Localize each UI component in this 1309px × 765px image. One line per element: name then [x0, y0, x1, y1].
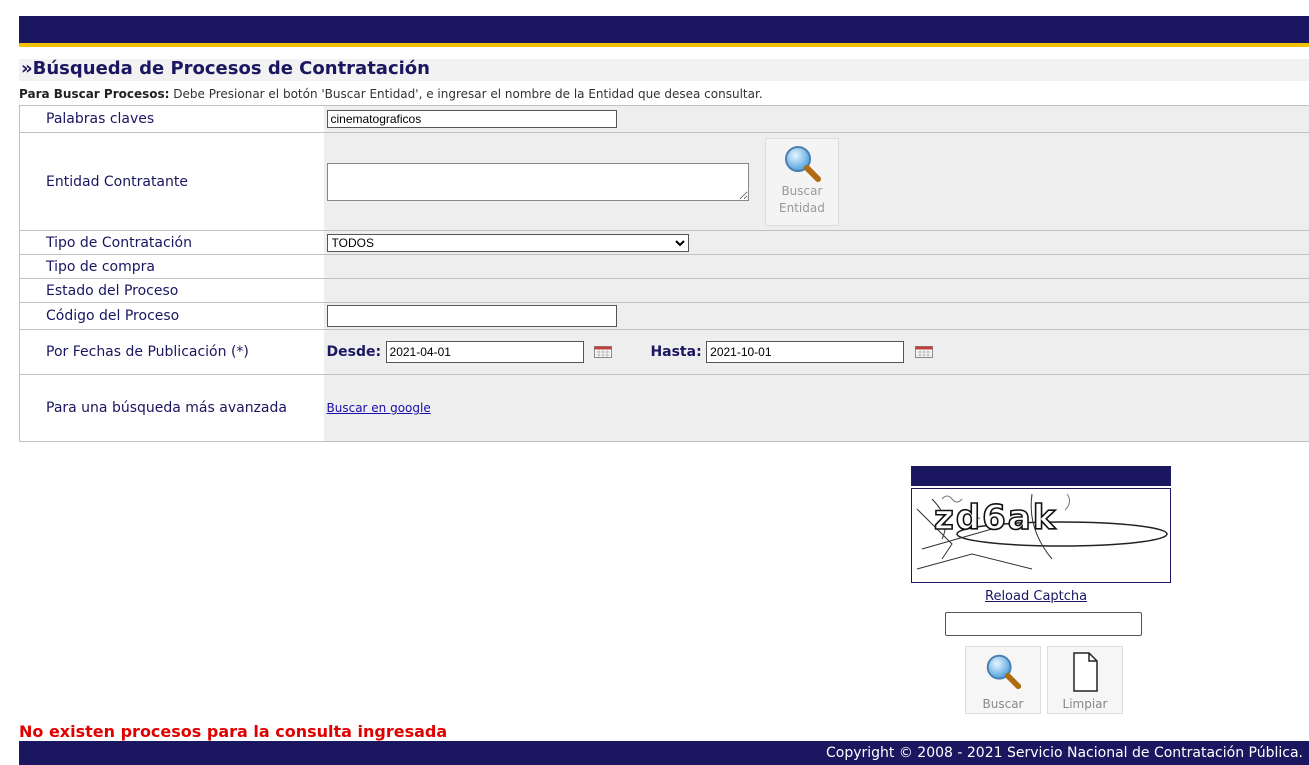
row-entity: Entidad Contratante Buscar Entidad — [19, 132, 1309, 231]
search-entity-button[interactable]: Buscar Entidad — [764, 137, 839, 226]
contract-type-label: Tipo de Contratación — [19, 230, 324, 255]
process-state-label: Estado del Proceso — [19, 278, 324, 303]
entity-textarea[interactable] — [326, 162, 749, 201]
clear-button[interactable]: Limpiar — [1047, 646, 1123, 714]
captcha-input[interactable] — [945, 612, 1142, 636]
dates-label: Por Fechas de Publicación (*) — [19, 329, 324, 375]
from-label: Desde: — [326, 344, 382, 360]
captcha-graphic: zd6ak — [916, 493, 1168, 570]
search-button[interactable]: Buscar — [965, 646, 1041, 714]
top-banner — [19, 16, 1309, 47]
blank-document-icon — [1073, 652, 1098, 692]
captcha-image: zd6ak — [911, 488, 1171, 583]
instructions-bold: Para Buscar Procesos: — [19, 87, 170, 101]
entity-label: Entidad Contratante — [19, 132, 324, 231]
from-date-input[interactable] — [385, 341, 584, 363]
page-title: »Búsqueda de Procesos de Contratación — [21, 58, 430, 79]
search-form: Palabras claves Entidad Contratante Busc… — [19, 105, 1309, 442]
purchase-type-label: Tipo de compra — [19, 254, 324, 279]
row-contract-type: Tipo de Contratación TODOS — [19, 230, 1309, 255]
captcha-header — [911, 466, 1171, 486]
row-process-code: Código del Proceso — [19, 302, 1309, 330]
no-results-message: No existen procesos para la consulta ing… — [19, 722, 448, 741]
reload-captcha-link[interactable]: Reload Captcha — [985, 589, 1087, 604]
google-search-link[interactable]: Buscar en google — [327, 401, 431, 415]
instructions: Para Buscar Procesos: Debe Presionar el … — [19, 87, 1309, 101]
calendar-icon[interactable] — [914, 346, 933, 358]
instructions-text: Debe Presionar el botón 'Buscar Entidad'… — [169, 87, 763, 101]
row-advanced: Para una búsqueda más avanzada Buscar en… — [19, 374, 1309, 442]
process-code-input[interactable] — [326, 305, 617, 327]
calendar-icon[interactable] — [593, 346, 612, 358]
advanced-label: Para una búsqueda más avanzada — [19, 374, 324, 442]
clear-button-label: Limpiar — [1062, 697, 1108, 711]
process-code-label: Código del Proceso — [19, 302, 324, 330]
row-keywords: Palabras claves — [19, 105, 1309, 133]
to-label: Hasta: — [650, 344, 702, 360]
search-entity-label-1: Buscar — [781, 183, 823, 198]
search-entity-label-2: Entidad — [779, 200, 825, 215]
contract-type-select[interactable]: TODOS — [326, 233, 689, 252]
row-process-state: Estado del Proceso — [19, 278, 1309, 303]
row-dates: Por Fechas de Publicación (*) Desde: Has… — [19, 329, 1309, 375]
magnifier-icon — [784, 145, 821, 182]
search-button-label: Buscar — [982, 697, 1024, 711]
keywords-input[interactable] — [326, 110, 617, 128]
captcha-text: zd6ak — [934, 498, 1057, 538]
magnifier-icon — [986, 654, 1022, 690]
keywords-label: Palabras claves — [19, 105, 324, 133]
to-date-input[interactable] — [706, 341, 905, 363]
row-purchase-type: Tipo de compra — [19, 254, 1309, 279]
footer-copyright: Copyright © 2008 - 2021 Servicio Naciona… — [19, 741, 1309, 765]
